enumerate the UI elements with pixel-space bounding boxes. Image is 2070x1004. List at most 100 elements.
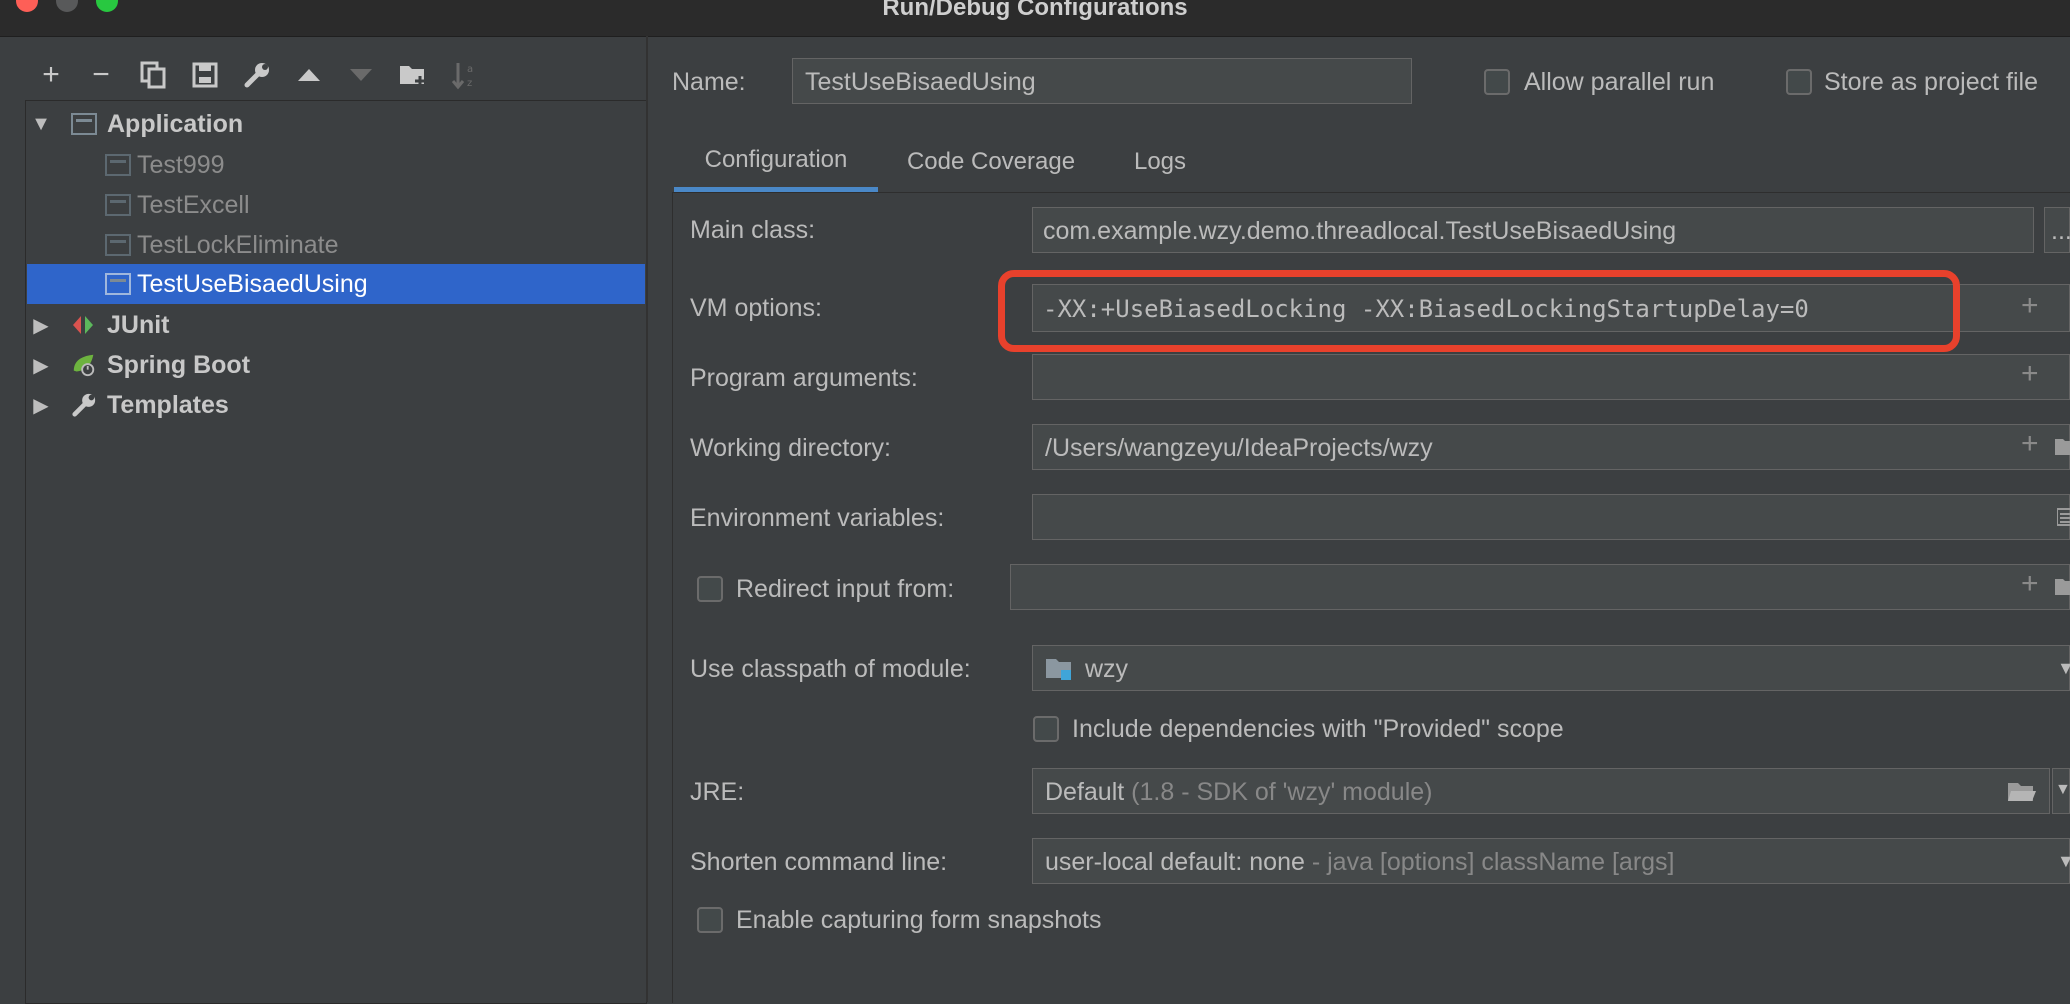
name-label: Name: bbox=[672, 68, 746, 96]
jre-dropdown-button[interactable]: ▼ bbox=[2052, 768, 2070, 814]
enable-form-snapshots-label[interactable]: Enable capturing form snapshots bbox=[736, 906, 1102, 935]
tree-label: Test999 bbox=[137, 150, 225, 179]
tree-item-testexcell[interactable]: TestExcell bbox=[27, 185, 645, 225]
collapsed-arrow-icon[interactable]: ▶ bbox=[31, 393, 51, 418]
move-up-button[interactable] bbox=[292, 58, 326, 92]
copy-icon bbox=[140, 61, 166, 89]
expand-plus-icon[interactable]: + bbox=[2021, 567, 2039, 601]
browse-list-icon[interactable] bbox=[2056, 507, 2070, 532]
program-arguments-label: Program arguments: bbox=[690, 364, 918, 392]
enable-form-snapshots-checkbox[interactable] bbox=[697, 907, 723, 933]
module-icon bbox=[1045, 656, 1073, 687]
window-title: Run/Debug Configurations bbox=[882, 0, 1188, 21]
tab-label: Logs bbox=[1133, 148, 1187, 175]
program-arguments-field[interactable]: + bbox=[1032, 354, 2070, 400]
expand-plus-icon[interactable]: + bbox=[2021, 357, 2039, 391]
chevron-down-icon[interactable]: ▼ bbox=[2055, 781, 2070, 799]
tree-item-test999[interactable]: Test999 bbox=[27, 145, 645, 185]
highlight-annotation bbox=[998, 270, 1960, 352]
tree-node-application[interactable]: ▼ Application bbox=[27, 104, 645, 144]
shorten-hint: - java [options] className [args] bbox=[1311, 848, 1675, 876]
folder-icon[interactable] bbox=[2055, 577, 2070, 602]
tree-item-testlockeliminate[interactable]: TestLockEliminate bbox=[27, 225, 645, 265]
remove-configuration-button[interactable]: − bbox=[84, 58, 118, 92]
tab-label: Code Coverage bbox=[906, 148, 1076, 175]
tree-node-junit[interactable]: ▶ JUnit bbox=[27, 305, 645, 345]
classpath-module-value: wzy bbox=[1085, 655, 1129, 683]
main-class-value: com.example.wzy.demo.threadlocal.TestUse… bbox=[1043, 217, 1677, 245]
tree-label: Templates bbox=[107, 390, 229, 419]
move-down-button[interactable] bbox=[344, 58, 378, 92]
include-dependencies-label[interactable]: Include dependencies with "Provided" sco… bbox=[1072, 715, 1564, 744]
chevron-down-icon[interactable]: ▼ bbox=[2057, 658, 2070, 679]
tree-node-spring-boot[interactable]: ▶ Spring Boot bbox=[27, 345, 645, 385]
tree-node-templates[interactable]: ▶ Templates bbox=[27, 385, 645, 425]
expanded-arrow-icon[interactable]: ▼ bbox=[31, 113, 51, 136]
shorten-value: user-local default: none bbox=[1045, 848, 1305, 876]
spring-boot-icon bbox=[71, 351, 97, 379]
tree-label: Application bbox=[107, 109, 244, 138]
allow-parallel-run-checkbox[interactable] bbox=[1484, 69, 1510, 95]
redirect-input-checkbox[interactable] bbox=[697, 576, 723, 602]
edit-templates-button[interactable] bbox=[240, 58, 274, 92]
tab-logs[interactable]: Logs bbox=[1114, 132, 1206, 192]
name-value: TestUseBisaedUsing bbox=[805, 68, 1036, 96]
jre-label: JRE: bbox=[690, 778, 745, 806]
svg-text:a: a bbox=[467, 64, 473, 75]
redirect-input-label[interactable]: Redirect input from: bbox=[736, 575, 954, 604]
include-dependencies-checkbox[interactable] bbox=[1033, 716, 1059, 742]
browse-label: ... bbox=[2051, 217, 2070, 245]
sort-configurations-button[interactable]: az bbox=[448, 58, 482, 92]
tree-item-testusebisaedusing[interactable]: TestUseBisaedUsing bbox=[27, 264, 645, 304]
jre-value: Default bbox=[1045, 778, 1125, 806]
main-class-browse-button[interactable]: ... bbox=[2044, 207, 2070, 253]
shorten-command-line-label: Shorten command line: bbox=[690, 848, 948, 876]
wrench-icon bbox=[71, 391, 97, 419]
config-icon bbox=[105, 234, 131, 256]
allow-parallel-run-label[interactable]: Allow parallel run bbox=[1524, 68, 1714, 97]
collapsed-arrow-icon[interactable]: ▶ bbox=[31, 313, 51, 338]
jre-field[interactable]: Default (1.8 - SDK of 'wzy' module) bbox=[1032, 768, 2050, 814]
arrow-down-icon bbox=[350, 69, 372, 81]
store-as-project-file-checkbox[interactable] bbox=[1786, 69, 1812, 95]
tree-label: TestUseBisaedUsing bbox=[137, 269, 368, 298]
save-icon bbox=[192, 62, 218, 88]
name-field[interactable]: TestUseBisaedUsing bbox=[792, 58, 1412, 104]
environment-variables-label: Environment variables: bbox=[690, 504, 945, 532]
collapsed-arrow-icon[interactable]: ▶ bbox=[31, 353, 51, 378]
tree-label: TestExcell bbox=[137, 190, 250, 219]
sort-icon: az bbox=[451, 63, 473, 90]
folder-add-icon bbox=[400, 66, 425, 86]
junit-icon bbox=[71, 314, 97, 336]
environment-variables-field[interactable] bbox=[1032, 494, 2070, 540]
config-icon bbox=[105, 273, 131, 295]
expand-plus-icon[interactable]: + bbox=[2021, 289, 2039, 323]
config-icon bbox=[105, 194, 131, 216]
main-class-field[interactable]: com.example.wzy.demo.threadlocal.TestUse… bbox=[1032, 207, 2034, 253]
classpath-module-dropdown[interactable]: wzy ▼ bbox=[1032, 645, 2070, 691]
panel-divider[interactable] bbox=[646, 36, 648, 1002]
chevron-down-icon[interactable]: ▼ bbox=[2057, 851, 2070, 872]
jre-hint: (1.8 - SDK of 'wzy' module) bbox=[1131, 778, 1433, 806]
folder-icon[interactable] bbox=[2055, 437, 2070, 462]
add-configuration-button[interactable]: + bbox=[34, 58, 68, 92]
arrow-up-icon bbox=[298, 69, 320, 81]
config-icon bbox=[105, 154, 131, 176]
application-icon bbox=[71, 113, 97, 135]
folder-open-icon[interactable] bbox=[2007, 781, 2037, 808]
store-as-project-file-label[interactable]: Store as project file bbox=[1824, 68, 2038, 97]
vm-options-label: VM options: bbox=[690, 294, 823, 322]
svg-text:z: z bbox=[467, 78, 472, 89]
copy-configuration-button[interactable] bbox=[136, 58, 170, 92]
shorten-command-line-dropdown[interactable]: user-local default: none - java [options… bbox=[1032, 838, 2070, 884]
save-configuration-button[interactable] bbox=[188, 58, 222, 92]
tab-configuration[interactable]: Configuration bbox=[674, 132, 878, 192]
redirect-input-field[interactable]: + bbox=[1010, 564, 2070, 610]
tab-code-coverage[interactable]: Code Coverage bbox=[888, 132, 1094, 192]
expand-plus-icon[interactable]: + bbox=[2021, 427, 2039, 461]
working-directory-field[interactable]: /Users/wangzeyu/IdeaProjects/wzy + bbox=[1032, 424, 2070, 470]
tab-label: Configuration bbox=[704, 145, 848, 173]
new-folder-button[interactable] bbox=[396, 58, 430, 92]
working-directory-value: /Users/wangzeyu/IdeaProjects/wzy bbox=[1045, 434, 1433, 462]
classpath-module-label: Use classpath of module: bbox=[690, 655, 971, 683]
